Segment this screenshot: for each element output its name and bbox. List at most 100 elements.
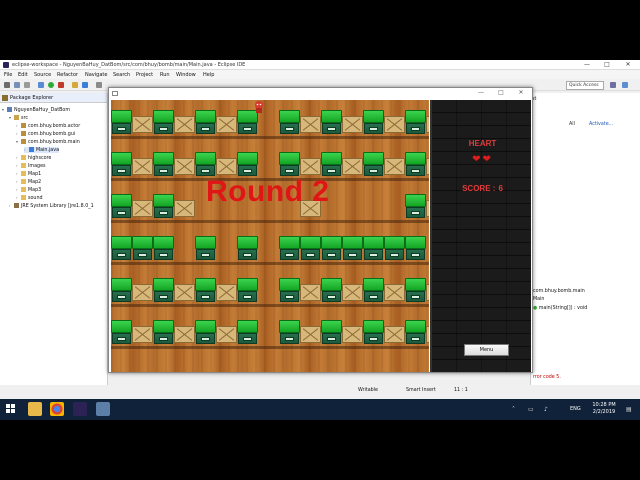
close-button[interactable]: ✕ <box>621 61 635 69</box>
notification-icon[interactable]: ▤ <box>626 406 632 413</box>
tree-item-project[interactable]: ▾ NguyenBaHuy_DatBom <box>2 107 70 113</box>
outline-class[interactable]: Main <box>533 297 544 302</box>
tree-item-jre-library[interactable]: › JRE System Library [jre1.8.0_1 <box>9 203 94 209</box>
eclipse-window-title: eclipse-workspace - NguyenBaHuy_DatBom/s… <box>12 62 246 68</box>
wall-block <box>405 152 426 178</box>
java-app-taskbar-icon[interactable] <box>96 402 110 416</box>
windows-taskbar: ˄ ▭ ♪ ENG 10:28 PM 2/2/2019 ▤ <box>0 399 640 420</box>
crate-block <box>300 284 321 301</box>
chrome-icon[interactable] <box>50 402 64 416</box>
shelf-shadow <box>111 304 429 307</box>
game-minimize-button[interactable]: — <box>475 88 487 98</box>
wall-block <box>153 152 174 178</box>
wall-block <box>363 236 384 262</box>
package-explorer-icon <box>2 95 8 101</box>
tree-item-highscore[interactable]: › highscore <box>16 155 51 161</box>
taskbar-clock[interactable]: 10:28 PM 2/2/2019 <box>587 402 621 416</box>
eclipse-app-icon <box>3 62 9 68</box>
menu-file[interactable]: File <box>4 72 12 78</box>
wall-block <box>405 194 426 220</box>
outline-method[interactable]: ● main(String[]) : void <box>533 306 587 311</box>
wall-block <box>153 110 174 136</box>
tree-item-package-gui[interactable]: › com.bhuy.bomb.gui <box>16 131 75 137</box>
java-window-icon <box>112 91 118 96</box>
tree-item-src[interactable]: ▾ src <box>9 115 28 121</box>
outline-method-label: main(String[]) : void <box>538 306 588 311</box>
wall-block <box>237 236 258 262</box>
run-icon[interactable] <box>48 82 54 88</box>
menu-help[interactable]: Help <box>203 72 214 78</box>
new-package-icon[interactable] <box>72 82 78 88</box>
wall-block <box>405 320 426 346</box>
crate-block <box>384 284 405 301</box>
quick-access-field[interactable]: Quick Access <box>566 81 604 90</box>
crate-block <box>384 158 405 175</box>
perspective-icon[interactable] <box>610 82 616 88</box>
menu-edit[interactable]: Edit <box>18 72 28 78</box>
tree-item-sound[interactable]: › sound <box>16 195 43 201</box>
menu-refactor[interactable]: Refactor <box>57 72 78 78</box>
library-icon <box>14 203 19 208</box>
crate-block <box>426 158 429 175</box>
outline-all-link[interactable]: All <box>569 122 575 127</box>
shelf-shadow <box>111 262 429 265</box>
package-icon <box>21 131 26 136</box>
input-language[interactable]: ENG <box>570 406 581 412</box>
tree-item-map1[interactable]: › Map1 <box>16 171 41 177</box>
wall-block <box>279 278 300 304</box>
crate-block <box>300 326 321 343</box>
heart-label: HEART <box>468 139 497 148</box>
menu-button[interactable]: Menu <box>464 344 509 356</box>
external-tools-icon[interactable] <box>58 82 64 88</box>
menu-window[interactable]: Window <box>176 72 196 78</box>
save-icon[interactable] <box>14 82 20 88</box>
wall-block <box>111 110 132 136</box>
wall-block <box>111 194 132 220</box>
heart-icons: ❤❤ <box>472 154 493 165</box>
tree-item-map3[interactable]: › Map3 <box>16 187 41 193</box>
outline-activate-link[interactable]: Activate... <box>589 122 613 127</box>
search-icon[interactable] <box>96 82 102 88</box>
new-class-icon[interactable] <box>82 82 88 88</box>
folder-icon <box>21 171 26 176</box>
maximize-button[interactable]: □ <box>600 61 614 69</box>
eclipse-taskbar-icon[interactable] <box>73 402 87 416</box>
menu-project[interactable]: Project <box>136 72 153 78</box>
minimize-button[interactable]: — <box>580 61 594 69</box>
game-board[interactable]: Round 2 <box>111 100 429 372</box>
tree-item-package-actor[interactable]: › com.bhuy.bomb.actor <box>16 123 80 129</box>
new-icon[interactable] <box>4 82 10 88</box>
outline-panel: st All Activate... com.bhuy.bomb.main Ma… <box>530 93 640 385</box>
tree-item-main-java[interactable]: › Main.java <box>24 147 60 153</box>
file-explorer-icon[interactable] <box>28 402 42 416</box>
windows-start-icon[interactable] <box>6 404 16 414</box>
game-close-button[interactable]: ✕ <box>515 88 527 98</box>
crate-block <box>342 284 363 301</box>
menu-search[interactable]: Search <box>113 72 130 78</box>
outline-package[interactable]: com.bhuy.bomb.main <box>533 289 585 294</box>
menu-run[interactable]: Run <box>160 72 170 78</box>
project-icon <box>7 107 12 112</box>
tree-item-map2[interactable]: › Map2 <box>16 179 41 185</box>
game-maximize-button[interactable]: □ <box>495 88 507 98</box>
status-cursor-position: 11 : 1 <box>454 388 468 393</box>
crate-block <box>384 116 405 133</box>
wall-block <box>405 278 426 304</box>
java-perspective-icon[interactable] <box>622 82 628 88</box>
crate-block <box>384 326 405 343</box>
shelf-shadow <box>111 220 429 223</box>
tray-up-arrow-icon[interactable]: ˄ <box>512 406 515 413</box>
tray-volume-icon[interactable]: ♪ <box>544 406 548 413</box>
crate-block <box>174 200 195 217</box>
wall-block <box>111 278 132 304</box>
tray-network-icon[interactable]: ▭ <box>528 406 534 413</box>
tree-item-images[interactable]: › Images <box>16 163 46 169</box>
tree-item-package-main[interactable]: ▾ com.bhuy.bomb.main <box>16 139 80 145</box>
wall-block <box>321 320 342 346</box>
menu-source[interactable]: Source <box>34 72 51 78</box>
menu-navigate[interactable]: Navigate <box>85 72 107 78</box>
print-icon[interactable] <box>24 82 30 88</box>
crate-block <box>216 284 237 301</box>
package-explorer-tab[interactable]: Package Explorer <box>0 93 107 103</box>
debug-icon[interactable] <box>38 82 44 88</box>
